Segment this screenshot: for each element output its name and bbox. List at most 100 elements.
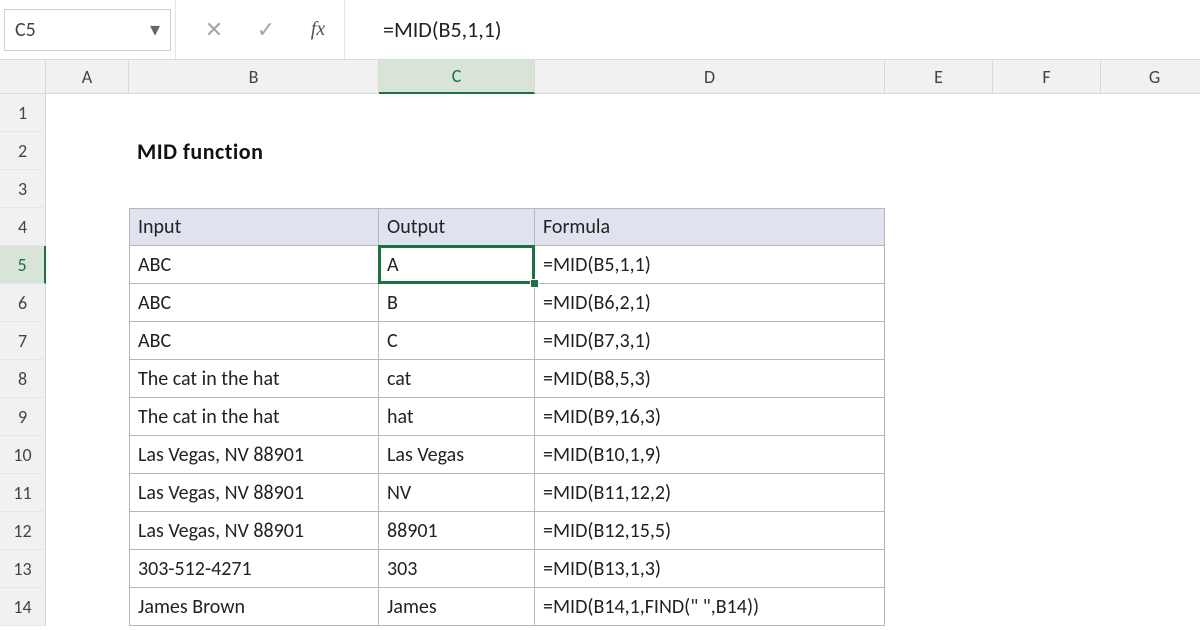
cell-g3[interactable] xyxy=(1101,170,1200,208)
cell-d2[interactable] xyxy=(535,132,885,170)
cell-g11[interactable] xyxy=(1101,474,1200,512)
cell-e13[interactable] xyxy=(885,550,993,588)
table-cell-input[interactable]: ABC xyxy=(129,284,379,322)
table-cell-formula[interactable]: =MID(B6,2,1) xyxy=(535,284,885,322)
col-header-d[interactable]: D xyxy=(535,60,885,94)
table-cell-output[interactable]: C xyxy=(379,322,535,360)
cell-e5[interactable] xyxy=(885,246,993,284)
table-cell-output[interactable]: cat xyxy=(379,360,535,398)
cell-e1[interactable] xyxy=(885,94,993,132)
cell-g6[interactable] xyxy=(1101,284,1200,322)
cell-g2[interactable] xyxy=(1101,132,1200,170)
formula-input[interactable]: =MID(B5,1,1) xyxy=(345,0,1200,59)
cell-a4[interactable] xyxy=(46,208,129,246)
cell-c2[interactable] xyxy=(379,132,535,170)
table-cell-input[interactable]: Las Vegas, NV 88901 xyxy=(129,436,379,474)
table-cell-output[interactable]: James xyxy=(379,588,535,626)
cell-g9[interactable] xyxy=(1101,398,1200,436)
table-cell-input[interactable]: The cat in the hat xyxy=(129,398,379,436)
cell-a3[interactable] xyxy=(46,170,129,208)
cell-a14[interactable] xyxy=(46,588,129,626)
row-header-1[interactable]: 1 xyxy=(0,94,46,132)
row-header-9[interactable]: 9 xyxy=(0,398,46,436)
cell-e10[interactable] xyxy=(885,436,993,474)
cell-e8[interactable] xyxy=(885,360,993,398)
row-header-3[interactable]: 3 xyxy=(0,170,46,208)
cell-f9[interactable] xyxy=(993,398,1101,436)
cancel-icon[interactable]: ✕ xyxy=(188,0,240,59)
col-header-a[interactable]: A xyxy=(46,60,129,94)
cell-f4[interactable] xyxy=(993,208,1101,246)
name-box[interactable]: C5 ▾ xyxy=(4,9,171,51)
table-header-formula[interactable]: Formula xyxy=(535,208,885,246)
cell-g1[interactable] xyxy=(1101,94,1200,132)
table-cell-output[interactable]: hat xyxy=(379,398,535,436)
cell-f2[interactable] xyxy=(993,132,1101,170)
cell-a6[interactable] xyxy=(46,284,129,322)
cell-b3[interactable] xyxy=(129,170,379,208)
cell-a2[interactable] xyxy=(46,132,129,170)
cell-g5[interactable] xyxy=(1101,246,1200,284)
table-cell-formula[interactable]: =MID(B13,1,3) xyxy=(535,550,885,588)
cell-f7[interactable] xyxy=(993,322,1101,360)
col-header-f[interactable]: F xyxy=(993,60,1101,94)
table-cell-input[interactable]: Las Vegas, NV 88901 xyxy=(129,474,379,512)
cell-f3[interactable] xyxy=(993,170,1101,208)
fill-handle[interactable] xyxy=(530,279,539,288)
row-header-2[interactable]: 2 xyxy=(0,132,46,170)
cell-f13[interactable] xyxy=(993,550,1101,588)
row-header-13[interactable]: 13 xyxy=(0,550,46,588)
col-header-b[interactable]: B xyxy=(129,60,379,94)
cell-f14[interactable] xyxy=(993,588,1101,626)
table-cell-input[interactable]: James Brown xyxy=(129,588,379,626)
cell-a12[interactable] xyxy=(46,512,129,550)
cell-e11[interactable] xyxy=(885,474,993,512)
col-header-e[interactable]: E xyxy=(885,60,993,94)
cell-d3[interactable] xyxy=(535,170,885,208)
cell-c3[interactable] xyxy=(379,170,535,208)
col-header-g[interactable]: G xyxy=(1101,60,1200,94)
table-cell-formula[interactable]: =MID(B12,15,5) xyxy=(535,512,885,550)
table-cell-output[interactable]: A xyxy=(379,246,535,284)
table-cell-formula[interactable]: =MID(B10,1,9) xyxy=(535,436,885,474)
row-header-5[interactable]: 5 xyxy=(0,246,46,284)
row-header-10[interactable]: 10 xyxy=(0,436,46,474)
row-header-7[interactable]: 7 xyxy=(0,322,46,360)
col-header-c[interactable]: C xyxy=(379,60,535,94)
cell-f12[interactable] xyxy=(993,512,1101,550)
cell-e6[interactable] xyxy=(885,284,993,322)
table-cell-output[interactable]: NV xyxy=(379,474,535,512)
table-cell-formula[interactable]: =MID(B9,16,3) xyxy=(535,398,885,436)
table-cell-output[interactable]: 88901 xyxy=(379,512,535,550)
cell-g7[interactable] xyxy=(1101,322,1200,360)
cell-e2[interactable] xyxy=(885,132,993,170)
cell-b1[interactable] xyxy=(129,94,379,132)
cell-f8[interactable] xyxy=(993,360,1101,398)
cell-a8[interactable] xyxy=(46,360,129,398)
table-cell-formula[interactable]: =MID(B8,5,3) xyxy=(535,360,885,398)
page-title[interactable]: MID function xyxy=(129,132,379,170)
row-header-12[interactable]: 12 xyxy=(0,512,46,550)
table-cell-formula[interactable]: =MID(B14,1,FIND(" ",B14)) xyxy=(535,588,885,626)
cell-a13[interactable] xyxy=(46,550,129,588)
row-header-8[interactable]: 8 xyxy=(0,360,46,398)
select-all-corner[interactable] xyxy=(0,60,46,94)
cell-f5[interactable] xyxy=(993,246,1101,284)
cell-a9[interactable] xyxy=(46,398,129,436)
cell-d1[interactable] xyxy=(535,94,885,132)
cell-e4[interactable] xyxy=(885,208,993,246)
cell-a1[interactable] xyxy=(46,94,129,132)
table-cell-output[interactable]: B xyxy=(379,284,535,322)
cell-g12[interactable] xyxy=(1101,512,1200,550)
cell-f1[interactable] xyxy=(993,94,1101,132)
table-cell-input[interactable]: 303-512-4271 xyxy=(129,550,379,588)
cell-a7[interactable] xyxy=(46,322,129,360)
row-header-6[interactable]: 6 xyxy=(0,284,46,322)
table-header-output[interactable]: Output xyxy=(379,208,535,246)
table-cell-input[interactable]: ABC xyxy=(129,322,379,360)
cell-e12[interactable] xyxy=(885,512,993,550)
table-cell-input[interactable]: ABC xyxy=(129,246,379,284)
enter-icon[interactable]: ✓ xyxy=(240,0,292,59)
row-header-4[interactable]: 4 xyxy=(0,208,46,246)
cell-e14[interactable] xyxy=(885,588,993,626)
